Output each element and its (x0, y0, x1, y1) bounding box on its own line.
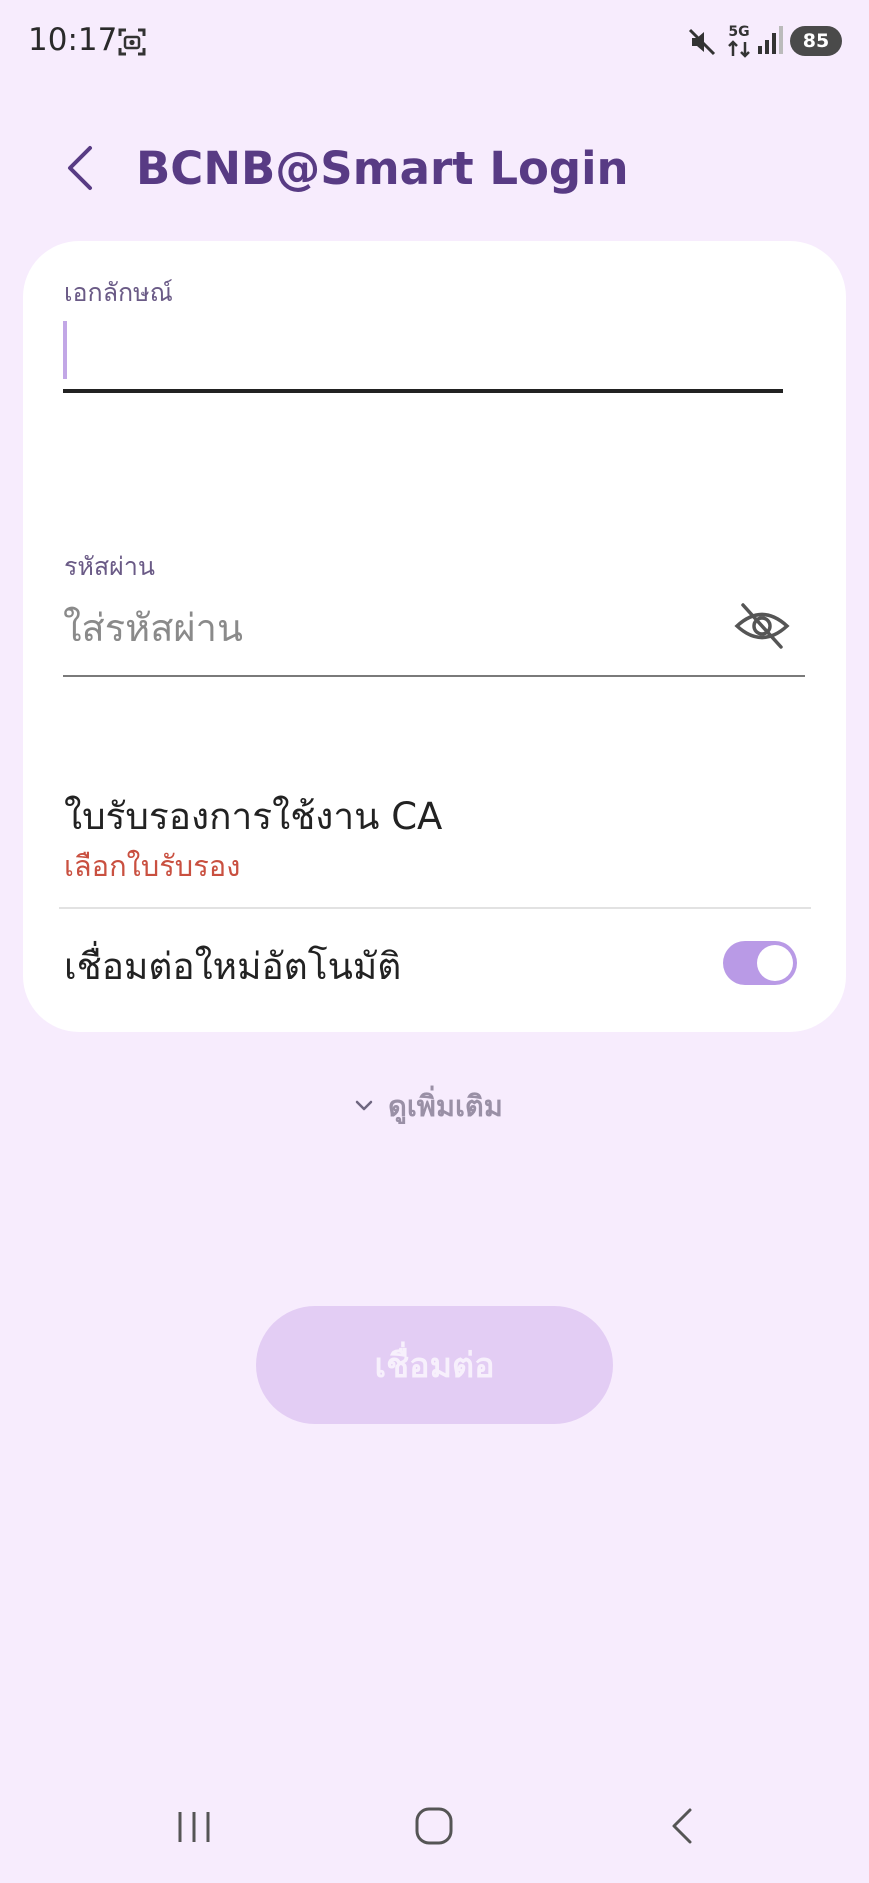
show-more-label: ดูเพิ่มเติม (388, 1089, 503, 1123)
toggle-knob (757, 945, 793, 981)
network-label: 5G (728, 24, 749, 40)
connect-label: เชื่อมต่อ (374, 1346, 495, 1386)
back-button[interactable] (56, 140, 106, 196)
recents-icon[interactable] (174, 1810, 214, 1844)
chevron-down-icon (355, 1100, 373, 1111)
password-input[interactable] (63, 595, 723, 661)
home-icon[interactable] (414, 1806, 454, 1846)
password-field-label: รหัสผ่าน (64, 552, 155, 581)
auto-reconnect-toggle[interactable] (723, 941, 797, 985)
login-screen: 10:17 5G 85 BCNB@Smart Login เอกลักษณ์ ร… (0, 0, 869, 1883)
auto-reconnect-label: เชื่อมต่อใหม่อัตโนมัติ (64, 945, 402, 988)
ca-certificate-title: ใบรับรองการใช้งาน CA (64, 795, 443, 838)
connect-button[interactable]: เชื่อมต่อ (256, 1306, 613, 1424)
id-field[interactable] (63, 319, 783, 393)
back-icon[interactable] (664, 1806, 700, 1846)
divider (59, 907, 811, 909)
login-card: เอกลักษณ์ รหัสผ่าน ใบรับรองการใช้งาน CA … (23, 241, 846, 1032)
screenshot-icon (118, 28, 146, 56)
text-cursor (63, 321, 67, 379)
eye-off-icon[interactable] (733, 599, 791, 653)
mute-icon (688, 28, 716, 56)
network-5g-icon: 5G (728, 24, 750, 58)
id-underline (63, 389, 783, 393)
signal-icon (758, 26, 783, 54)
chevron-left-icon (68, 146, 92, 190)
select-certificate-link[interactable]: เลือกใบรับรอง (64, 843, 240, 889)
password-underline (63, 675, 805, 677)
id-input[interactable] (77, 319, 767, 381)
battery-indicator: 85 (790, 26, 842, 56)
ca-certificate-row[interactable]: ใบรับรองการใช้งาน CA เลือกใบรับรอง (23, 761, 846, 911)
password-field[interactable] (63, 589, 805, 677)
battery-level: 85 (802, 30, 830, 52)
status-bar: 10:17 5G 85 (0, 0, 869, 84)
id-field-label: เอกลักษณ์ (64, 278, 173, 307)
page-title: BCNB@Smart Login (136, 142, 629, 195)
status-time: 10:17 (28, 22, 118, 58)
show-more-link[interactable]: ดูเพิ่มเติม (354, 1084, 503, 1128)
auto-reconnect-row[interactable]: เชื่อมต่อใหม่อัตโนมัติ (23, 911, 846, 1021)
